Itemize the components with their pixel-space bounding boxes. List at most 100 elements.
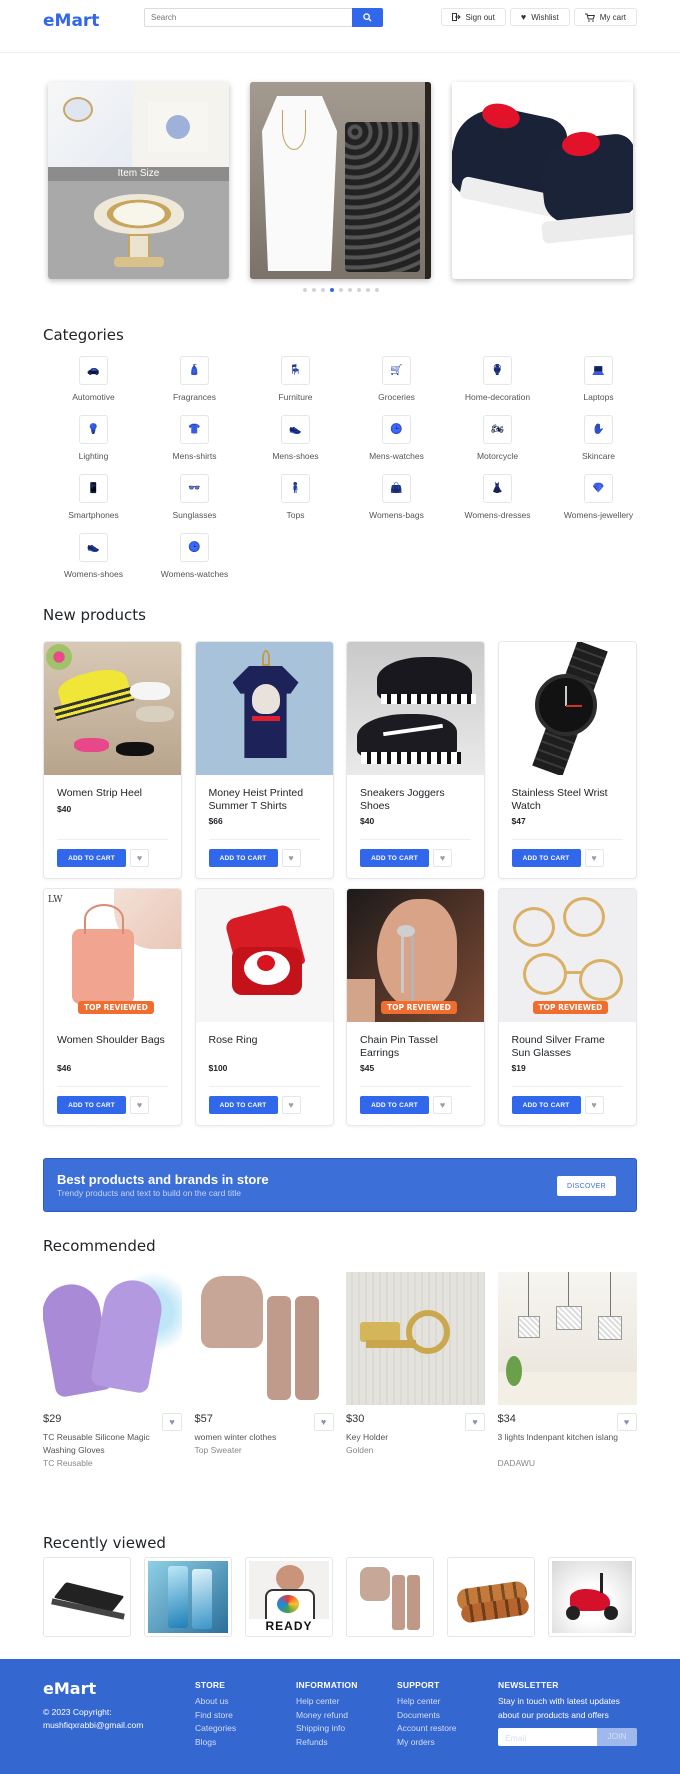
add-to-cart-button[interactable]: ADD TO CART [57,849,126,867]
footer-link-money-refund[interactable]: Money refund [296,1709,358,1723]
carousel-dot[interactable] [321,288,325,292]
recent-item[interactable] [144,1557,232,1637]
recent-item[interactable] [43,1557,131,1637]
product-name[interactable]: Women Strip Heel [57,787,171,800]
wishlist-button[interactable]: ♥ [162,1413,182,1431]
wishlist-button[interactable]: ♥ [130,1096,149,1114]
banner-slide-vase[interactable]: Item Size [48,82,229,279]
recommended-item[interactable]: $57 ♥ women winter clothes Top Sweater [194,1272,334,1472]
carousel-dot[interactable] [375,288,379,292]
product-image[interactable] [195,642,333,775]
product-image[interactable] [498,642,636,775]
product-name[interactable]: Rose Ring [209,1034,323,1047]
recent-item[interactable] [447,1557,535,1637]
category-item[interactable]: 🏍 Motorcycle [447,415,548,461]
product-card[interactable]: Women Strip Heel $40 ADD TO CART ♥ [43,641,182,879]
recommended-item[interactable]: $30 ♥ Key Holder Golden [346,1272,485,1472]
add-to-cart-button[interactable]: ADD TO CART [511,849,581,867]
product-image[interactable]: LW TOP REVIEWED [44,889,181,1022]
wishlist-button[interactable]: ♥ [313,1413,334,1431]
category-item[interactable]: 🧴 Fragrances [144,356,245,402]
product-card[interactable]: TOP REVIEWED Round Silver Frame Sun Glass… [497,888,637,1126]
sign-out-button[interactable]: Sign out [440,8,506,26]
product-image[interactable]: TOP REVIEWED [347,889,484,1022]
add-to-cart-button[interactable]: ADD TO CART [360,1096,429,1114]
category-item[interactable]: 👓 Sunglasses [144,474,245,520]
wishlist-button[interactable]: ♥ [281,1096,301,1114]
add-to-cart-button[interactable]: ADD TO CART [360,849,429,867]
category-item[interactable]: 🚗 Automotive [43,356,144,402]
brand-logo[interactable]: eMart [43,11,99,31]
category-item[interactable]: 👟 Mens-shoes [245,415,346,461]
category-item[interactable]: 🪑 Furniture [245,356,346,402]
recommended-image[interactable] [346,1272,485,1405]
footer-link-documents[interactable]: Documents [397,1709,457,1723]
product-name[interactable]: Round Silver Frame Sun Glasses [512,1034,626,1060]
add-to-cart-button[interactable]: ADD TO CART [208,849,278,867]
footer-brand[interactable]: eMart [43,1679,96,1698]
footer-link-find-store[interactable]: Find store [195,1709,236,1723]
carousel-dot[interactable] [366,288,370,292]
wishlist-button[interactable]: ♥ [281,849,301,867]
recommended-description[interactable]: TC Reusable Silicone Magic Washing Glove… [43,1431,174,1457]
add-to-cart-button[interactable]: ADD TO CART [208,1096,278,1114]
carousel-dot[interactable] [303,288,307,292]
product-name[interactable]: Chain Pin Tassel Earrings [360,1034,474,1060]
footer-link-about[interactable]: About us [195,1695,236,1709]
product-card[interactable]: Money Heist Printed Summer T Shirts $66 AD… [194,641,334,879]
wishlist-button[interactable]: ♥ [584,849,604,867]
category-item[interactable]: 💡 Lighting [43,415,144,461]
add-to-cart-button[interactable]: ADD TO CART [511,1096,581,1114]
banner-slide-outfit[interactable] [250,82,431,279]
recommended-image[interactable] [43,1272,182,1405]
category-item[interactable]: 👜 Womens-bags [346,474,447,520]
recommended-image[interactable] [194,1272,334,1405]
category-item[interactable]: ✋ Skincare [548,415,649,461]
wishlist-button[interactable]: ♥ [465,1413,485,1431]
category-item[interactable]: 👗 Womens-dresses [447,474,548,520]
search-button[interactable] [352,8,383,27]
newsletter-email-input[interactable]: Email [498,1728,597,1746]
discover-button[interactable]: DISCOVER [557,1176,616,1196]
wishlist-button[interactable]: ♥ [616,1413,637,1431]
add-to-cart-button[interactable]: ADD TO CART [57,1096,126,1114]
category-item[interactable]: 💻 Laptops [548,356,649,402]
product-image[interactable] [195,889,333,1022]
recent-item[interactable] [548,1557,636,1637]
product-image[interactable]: TOP REVIEWED [498,889,636,1022]
carousel-dot-active[interactable] [330,288,334,292]
wishlist-button[interactable]: ♥ Wishlist [509,8,570,26]
footer-link-refunds[interactable]: Refunds [296,1736,358,1750]
recommended-description[interactable]: 3 lights lndenpant kitchen islang [498,1431,629,1444]
footer-link-blogs[interactable]: Blogs [195,1736,236,1750]
category-item[interactable]: 👟 Womens-shoes [43,533,144,579]
carousel-dot[interactable] [348,288,352,292]
recent-item[interactable] [346,1557,434,1637]
product-card[interactable]: TOP REVIEWED Chain Pin Tassel Earrings $45… [346,888,485,1126]
product-card[interactable]: LW TOP REVIEWED Women Shoulder Bags $46 ADD … [43,888,182,1126]
carousel-dot[interactable] [339,288,343,292]
wishlist-button[interactable]: ♥ [433,849,452,867]
banner-carousel[interactable]: Item Size [48,82,633,279]
recommended-description[interactable]: Key Holder [346,1431,477,1444]
carousel-dot[interactable] [312,288,316,292]
newsletter-join-button[interactable]: JOIN [597,1728,637,1746]
recent-item[interactable]: READY [245,1557,333,1637]
footer-link-help-center[interactable]: Help center [296,1695,358,1709]
category-item[interactable]: 🕒 Womens-watches [144,533,245,579]
footer-link-support-help[interactable]: Help center [397,1695,457,1709]
product-image[interactable] [44,642,181,775]
cart-button[interactable]: My cart [573,8,637,26]
product-name[interactable]: Money Heist Printed Summer T Shirts [209,787,323,813]
recommended-item[interactable]: $29 ♥ TC Reusable Silicone Magic Washing G… [43,1272,182,1472]
category-item[interactable]: 🏺 Home-decoration [447,356,548,402]
wishlist-button[interactable]: ♥ [433,1096,452,1114]
product-name[interactable]: Sneakers Joggers Shoes [360,787,474,813]
recommended-description[interactable]: women winter clothes [195,1431,326,1444]
product-name[interactable]: Women Shoulder Bags [57,1034,171,1047]
category-item[interactable]: 🛒 Groceries [346,356,447,402]
footer-link-shipping-info[interactable]: Shipping info [296,1722,358,1736]
recommended-image[interactable] [497,1272,637,1405]
banner-slide-shoes[interactable] [452,82,633,279]
category-item[interactable]: 👕 Mens-shirts [144,415,245,461]
